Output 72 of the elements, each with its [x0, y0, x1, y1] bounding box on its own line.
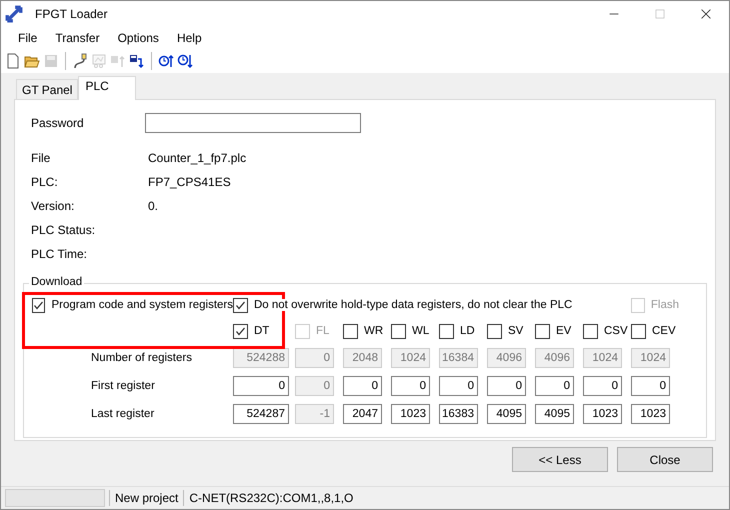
register-field[interactable]: 4095	[535, 404, 574, 424]
checkbox[interactable]: LD	[439, 318, 487, 344]
info-value: Counter_1_fp7.plc	[147, 150, 246, 164]
register-field[interactable]: 524287	[233, 404, 289, 424]
dialog-button[interactable]: << Less	[512, 447, 608, 472]
checkmark-icon	[235, 300, 246, 310]
register-field[interactable]: 0	[583, 376, 622, 396]
register-count-field: 524288	[233, 348, 289, 368]
register-field[interactable]: 16383	[439, 404, 478, 424]
group-title: Download	[29, 276, 84, 288]
register-count-field: 1024	[583, 348, 622, 368]
register-count-field: 4096	[487, 348, 526, 368]
register-field[interactable]: 0	[233, 376, 289, 396]
register-field[interactable]: 0	[391, 376, 430, 396]
menu-item[interactable]: File	[9, 28, 46, 48]
register-field[interactable]: 4095	[487, 404, 526, 424]
register-field[interactable]: 2047	[343, 404, 382, 424]
register-field: -1	[295, 404, 334, 424]
checkbox[interactable]: WR	[343, 318, 391, 344]
row-label: Number of registers	[91, 352, 192, 364]
checkbox[interactable]: Program code and system registers	[32, 292, 233, 318]
checkbox[interactable]: WL	[391, 318, 439, 344]
app-icon	[5, 5, 23, 23]
info-label: Version:	[30, 198, 76, 212]
menu-item[interactable]: Transfer	[46, 28, 109, 48]
info-label: PLC Time:	[30, 246, 88, 260]
register-field[interactable]: 1023	[631, 404, 670, 424]
field-label: Password	[30, 116, 85, 130]
info-value: 0.	[147, 198, 158, 212]
register-field: 0	[295, 376, 334, 396]
row-label: First register	[91, 380, 155, 392]
clock-icon[interactable]	[177, 53, 193, 69]
transfer-icon[interactable]	[129, 53, 145, 69]
checkbox[interactable]: SV	[487, 318, 535, 344]
clock-icon[interactable]	[158, 53, 174, 69]
checkbox[interactable]: Do not overwrite hold-type data registers, do not clear the PLC	[233, 292, 583, 318]
window-title: FPGT Loader	[35, 7, 108, 21]
checkmark-icon	[33, 300, 44, 310]
register-field[interactable]: 1023	[583, 404, 622, 424]
register-count-field: 16384	[439, 348, 478, 368]
plug-icon[interactable]	[72, 53, 88, 69]
checkbox[interactable]: CSV	[583, 318, 631, 344]
status-text: C-NET(RS232C):COM1,,8,1,O	[183, 490, 358, 506]
menu-item[interactable]: Help	[168, 28, 211, 48]
tab[interactable]: GT Panel	[16, 79, 78, 100]
register-field[interactable]: 0	[439, 376, 478, 396]
checkbox[interactable]: CEV	[631, 318, 679, 344]
status-text: New project	[109, 490, 184, 506]
maximize-icon	[655, 9, 665, 19]
dialog-button[interactable]: Close	[617, 447, 713, 472]
menu-item[interactable]: Options	[108, 28, 168, 48]
register-count-field: 4096	[535, 348, 574, 368]
register-count-field: 1024	[391, 348, 430, 368]
register-field[interactable]: 0	[343, 376, 382, 396]
checkbox[interactable]: EV	[535, 318, 583, 344]
register-field[interactable]: 0	[535, 376, 574, 396]
info-value: FP7_CPS41ES	[147, 174, 231, 188]
close-icon	[701, 9, 711, 19]
register-count-field: 2048	[343, 348, 382, 368]
tab[interactable]: PLC	[78, 76, 136, 100]
document-icon[interactable]	[5, 53, 21, 69]
register-field[interactable]: 0	[631, 376, 670, 396]
info-label: File	[30, 150, 52, 164]
password-field[interactable]	[145, 113, 361, 133]
info-label: PLC:	[30, 174, 59, 188]
register-field[interactable]: 0	[487, 376, 526, 396]
row-label: Last register	[91, 408, 154, 420]
info-label: PLC Status:	[30, 222, 96, 236]
register-count-field: 0	[295, 348, 334, 368]
register-field[interactable]: 1023	[391, 404, 430, 424]
register-count-field: 1024	[631, 348, 670, 368]
checkmark-icon	[235, 326, 246, 336]
